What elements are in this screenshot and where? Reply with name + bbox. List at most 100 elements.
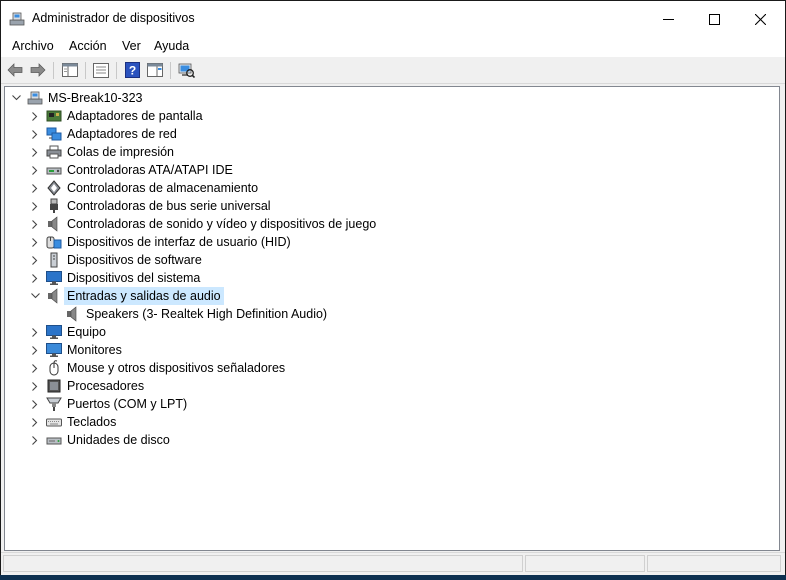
properties-icon	[93, 62, 109, 78]
tree-item-label: Puertos (COM y LPT)	[67, 397, 188, 411]
system-devices-monitor-icon	[46, 271, 62, 285]
tree-item-label: Mouse y otros dispositivos señaladores	[67, 361, 286, 375]
status-pane	[3, 555, 523, 572]
tree-item-system-devices[interactable]: Dispositivos del sistema	[5, 269, 405, 287]
tree-item-keyboards[interactable]: Teclados	[5, 413, 405, 431]
expand-chevron-icon[interactable]	[30, 413, 40, 431]
status-pane	[525, 555, 645, 572]
speaker-icon	[48, 288, 58, 304]
tree-item-print-queues[interactable]: Colas de impresión	[5, 143, 405, 161]
storage-controller-icon	[47, 180, 61, 196]
expand-chevron-icon[interactable]	[30, 323, 40, 341]
tree-item-display-adapters[interactable]: Adaptadores de pantalla	[5, 107, 405, 125]
console-tree-icon	[62, 63, 78, 77]
tree-item-label: Adaptadores de red	[67, 127, 177, 141]
collapse-chevron-icon[interactable]	[11, 89, 21, 107]
keyboard-icon	[46, 418, 62, 427]
status-pane	[647, 555, 781, 572]
tree-item-ports[interactable]: Puertos (COM y LPT)	[5, 395, 405, 413]
tree-item-audio-inputs-outputs[interactable]: Entradas y salidas de audio	[5, 287, 405, 305]
device-tree[interactable]: MS-Break10-323 Adaptadores de pantalla A…	[4, 86, 780, 551]
processor-icon	[47, 379, 61, 393]
ide-controller-icon	[46, 167, 62, 175]
menu-accion[interactable]: Acción	[69, 39, 107, 53]
expand-chevron-icon[interactable]	[30, 161, 40, 179]
window-title: Administrador de dispositivos	[32, 11, 195, 25]
device-manager-icon	[9, 12, 25, 26]
menu-bar: Archivo Acción Ver Ayuda	[1, 37, 785, 57]
tree-root[interactable]: MS-Break10-323	[5, 89, 405, 107]
maximize-button[interactable]	[691, 1, 737, 37]
tree-item-mice[interactable]: Mouse y otros dispositivos señaladores	[5, 359, 405, 377]
minimize-button[interactable]	[645, 1, 691, 37]
scan-hardware-changes-button[interactable]	[177, 61, 195, 79]
software-device-icon	[50, 252, 58, 268]
tree-item-disk-drives[interactable]: Unidades de disco	[5, 431, 405, 449]
tree-item-label: Controladoras de bus serie universal	[67, 199, 271, 213]
expand-chevron-icon[interactable]	[30, 395, 40, 413]
collapse-chevron-icon[interactable]	[30, 287, 40, 305]
menu-archivo[interactable]: Archivo	[12, 39, 54, 53]
toolbar-separator	[53, 62, 54, 79]
tree-item-label: Unidades de disco	[67, 433, 170, 447]
tree-item-label: Colas de impresión	[67, 145, 174, 159]
tree-item-label: Adaptadores de pantalla	[67, 109, 203, 123]
back-arrow-icon	[7, 63, 23, 77]
port-connector-icon	[46, 397, 62, 411]
toolbar-separator	[170, 62, 171, 79]
tree-item-sound-controllers[interactable]: Controladoras de sonido y vídeo y dispos…	[5, 215, 405, 233]
computer-tower-icon	[27, 91, 43, 105]
tree-item-monitors[interactable]: Monitores	[5, 341, 405, 359]
expand-chevron-icon[interactable]	[30, 341, 40, 359]
expand-chevron-icon[interactable]	[30, 431, 40, 449]
tree-item-computer[interactable]: Equipo	[5, 323, 405, 341]
tree-item-speakers-realtek[interactable]: Speakers (3- Realtek High Definition Aud…	[5, 305, 405, 323]
expand-chevron-icon[interactable]	[30, 107, 40, 125]
tree-item-label: Speakers (3- Realtek High Definition Aud…	[86, 307, 328, 321]
display-adapter-icon	[46, 110, 62, 122]
help-button[interactable]: ?	[123, 61, 141, 79]
tree-item-software-devices[interactable]: Dispositivos de software	[5, 251, 405, 269]
tree-item-storage-controllers[interactable]: Controladoras de almacenamiento	[5, 179, 405, 197]
expand-chevron-icon[interactable]	[30, 269, 40, 287]
expand-chevron-icon[interactable]	[30, 197, 40, 215]
tree-item-label: Equipo	[67, 325, 106, 339]
network-adapter-icon	[46, 127, 62, 141]
help-icon: ?	[124, 62, 140, 78]
menu-ver[interactable]: Ver	[122, 39, 141, 53]
tree-item-label: Dispositivos de software	[67, 253, 202, 267]
expand-chevron-icon[interactable]	[30, 251, 40, 269]
tree-item-usb-controllers[interactable]: Controladoras de bus serie universal	[5, 197, 405, 215]
usb-plug-icon	[50, 198, 58, 213]
forward-arrow-icon	[30, 63, 46, 77]
tree-item-network-adapters[interactable]: Adaptadores de red	[5, 125, 405, 143]
tree-item-ide-controllers[interactable]: Controladoras ATA/ATAPI IDE	[5, 161, 405, 179]
expand-chevron-icon[interactable]	[30, 143, 40, 161]
tree-item-label: Controladoras de sonido y vídeo y dispos…	[67, 217, 377, 231]
tree-item-label: Dispositivos de interfaz de usuario (HID…	[67, 235, 291, 249]
menu-ayuda[interactable]: Ayuda	[154, 39, 189, 53]
tree-item-label: Controladoras ATA/ATAPI IDE	[67, 163, 233, 177]
tree-item-hid[interactable]: Dispositivos de interfaz de usuario (HID…	[5, 233, 405, 251]
expand-chevron-icon[interactable]	[30, 359, 40, 377]
forward-button[interactable]	[29, 61, 47, 79]
speaker-icon	[67, 306, 77, 322]
expand-chevron-icon[interactable]	[30, 215, 40, 233]
tree-item-label: Controladoras de almacenamiento	[67, 181, 259, 195]
properties-button[interactable]	[92, 61, 110, 79]
expand-chevron-icon[interactable]	[30, 233, 40, 251]
expand-chevron-icon[interactable]	[30, 125, 40, 143]
tree-item-processors[interactable]: Procesadores	[5, 377, 405, 395]
back-button[interactable]	[6, 61, 24, 79]
printer-icon	[46, 145, 62, 159]
disk-drive-icon	[46, 437, 62, 445]
show-hide-console-tree-button[interactable]	[61, 61, 79, 79]
maximize-icon	[708, 13, 720, 25]
close-button[interactable]	[737, 1, 783, 37]
title-bar[interactable]: Administrador de dispositivos	[1, 1, 785, 37]
toolbar-separator	[116, 62, 117, 79]
expand-chevron-icon[interactable]	[30, 377, 40, 395]
action-pane-icon	[147, 63, 163, 77]
action-pane-button[interactable]	[146, 61, 164, 79]
expand-chevron-icon[interactable]	[30, 179, 40, 197]
